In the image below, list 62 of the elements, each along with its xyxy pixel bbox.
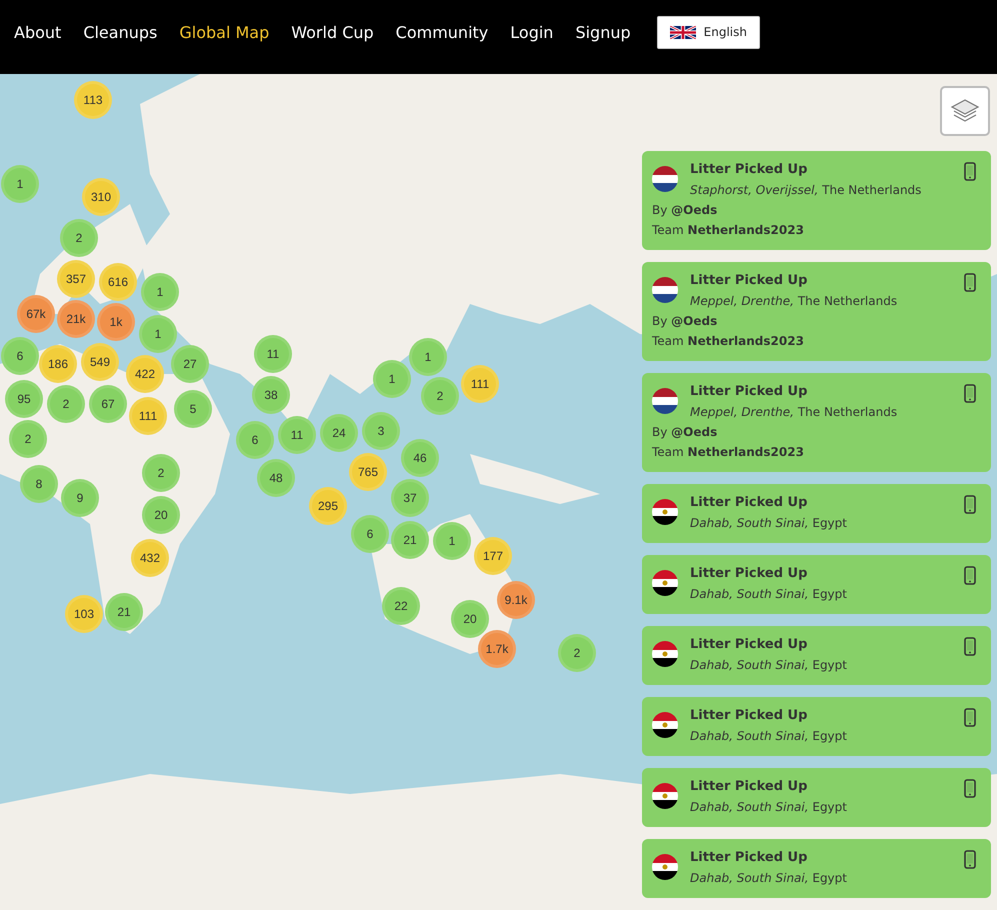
- nav-link[interactable]: Cleanups: [83, 22, 158, 42]
- nav-link[interactable]: About: [14, 22, 62, 42]
- flag-icon: [670, 26, 696, 38]
- activity-card[interactable]: Litter Picked Up Meppel, Drenthe, The Netherlands By @Oeds Team Netherlands2023: [642, 373, 991, 472]
- layers-icon: [950, 98, 980, 124]
- flag-icon: [652, 166, 678, 192]
- activity-card[interactable]: Litter Picked Up Dahab, South Sinai, Egypt: [642, 768, 991, 827]
- flag-icon: [652, 783, 678, 809]
- phone-icon: [964, 850, 976, 869]
- activity-location: Dahab, South Sinai, Egypt: [690, 586, 848, 603]
- activity-team: Team Netherlands2023: [652, 444, 805, 461]
- activity-location: Dahab, South Sinai, Egypt: [690, 515, 848, 532]
- phone-icon: [964, 495, 976, 514]
- language-button[interactable]: English: [656, 16, 760, 48]
- layers-button[interactable]: [940, 86, 990, 136]
- phone-icon: [964, 273, 976, 292]
- flag-icon: [652, 641, 678, 667]
- nav-link[interactable]: Community: [396, 22, 488, 42]
- activity-card[interactable]: Litter Picked Up Dahab, South Sinai, Egypt: [642, 839, 991, 898]
- activity-user: By @Oeds: [652, 313, 718, 330]
- phone-icon: [964, 384, 976, 403]
- activity-location: Meppel, Drenthe, The Netherlands: [690, 293, 898, 310]
- activity-title: Litter Picked Up: [690, 636, 808, 654]
- activity-title: Litter Picked Up: [690, 849, 808, 867]
- activity-title: Litter Picked Up: [690, 707, 808, 725]
- flag-icon: [652, 388, 678, 414]
- activity-title: Litter Picked Up: [690, 383, 808, 401]
- nav-link[interactable]: Login: [510, 22, 554, 42]
- flag-icon: [652, 570, 678, 596]
- activity-title: Litter Picked Up: [690, 778, 808, 796]
- activity-title: Litter Picked Up: [690, 161, 808, 179]
- nav-link[interactable]: Signup: [575, 22, 631, 42]
- activity-location: Meppel, Drenthe, The Netherlands: [690, 404, 898, 421]
- activity-card[interactable]: Litter Picked Up Dahab, South Sinai, Egypt: [642, 555, 991, 614]
- phone-icon: [964, 779, 976, 798]
- activity-user: By @Oeds: [652, 424, 718, 441]
- activity-location: Dahab, South Sinai, Egypt: [690, 799, 848, 816]
- flag-icon: [652, 277, 678, 303]
- activity-team: Team Netherlands2023: [652, 333, 805, 350]
- activity-user: By @Oeds: [652, 202, 718, 219]
- phone-icon: [964, 162, 976, 181]
- activity-location: Staphorst, Overijssel, The Netherlands: [690, 182, 922, 199]
- phone-icon: [964, 637, 976, 656]
- activity-location: Dahab, South Sinai, Egypt: [690, 870, 848, 887]
- activity-card[interactable]: Litter Picked Up Dahab, South Sinai, Egypt: [642, 626, 991, 685]
- activity-location: Dahab, South Sinai, Egypt: [690, 657, 848, 674]
- activity-card[interactable]: Litter Picked Up Dahab, South Sinai, Egypt: [642, 484, 991, 543]
- phone-icon: [964, 566, 976, 585]
- activity-title: Litter Picked Up: [690, 565, 808, 583]
- activity-card[interactable]: Litter Picked Up Meppel, Drenthe, The Netherlands By @Oeds Team Netherlands2023: [642, 262, 991, 361]
- activity-title: Litter Picked Up: [690, 272, 808, 290]
- phone-icon: [964, 708, 976, 727]
- activity-title: Litter Picked Up: [690, 494, 808, 512]
- activity-card[interactable]: Litter Picked Up Staphorst, Overijssel, The Netherlands By @Oeds Team Netherlands2023: [642, 151, 991, 250]
- activity-team: Team Netherlands2023: [652, 222, 805, 239]
- activity-card[interactable]: Litter Picked Up Dahab, South Sinai, Egypt: [642, 697, 991, 756]
- activity-location: Dahab, South Sinai, Egypt: [690, 728, 848, 745]
- flag-icon: [652, 499, 678, 525]
- nav-link[interactable]: World Cup: [291, 22, 374, 42]
- flag-icon: [652, 854, 678, 880]
- flag-icon: [652, 712, 678, 738]
- nav-link[interactable]: Global Map: [179, 22, 270, 42]
